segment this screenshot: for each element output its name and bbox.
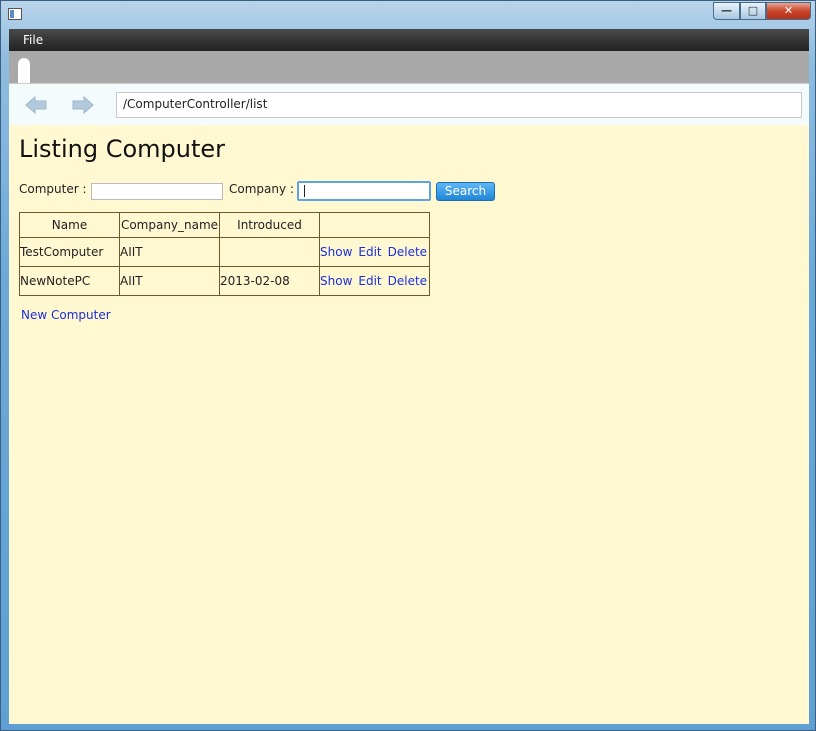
cell-actions: Show Edit Delete <box>319 266 430 296</box>
window-frame: — □ ✕ File /ComputerController/list List… <box>0 0 816 731</box>
menu-file[interactable]: File <box>23 33 43 47</box>
cell-company: AIIT <box>119 266 220 296</box>
header-name: Name <box>19 212 120 238</box>
minimize-button[interactable]: — <box>713 2 740 20</box>
new-computer-link[interactable]: New Computer <box>21 308 111 322</box>
maximize-button[interactable]: □ <box>740 2 766 20</box>
delete-link[interactable]: Delete <box>388 274 427 288</box>
header-introduced: Introduced <box>219 212 320 238</box>
table-header-row: Name Company_name Introduced <box>19 212 430 238</box>
company-label: Company : <box>229 182 294 196</box>
cell-name: TestComputer <box>19 237 120 267</box>
show-link[interactable]: Show <box>320 274 352 288</box>
menu-bar: File <box>9 29 809 51</box>
edit-link[interactable]: Edit <box>358 245 381 259</box>
app-icon <box>8 8 22 20</box>
window-controls: — □ ✕ <box>713 2 811 21</box>
edit-link[interactable]: Edit <box>358 274 381 288</box>
computer-table: Name Company_name Introduced TestCompute… <box>19 212 430 296</box>
cell-actions: Show Edit Delete <box>319 237 430 267</box>
search-button[interactable]: Search <box>436 182 495 201</box>
table-row: NewNotePC AIIT 2013-02-08 Show Edit Delete <box>19 266 430 296</box>
title-bar[interactable]: — □ ✕ <box>1 1 816 28</box>
cell-introduced: 2013-02-08 <box>219 266 320 296</box>
cell-name: NewNotePC <box>19 266 120 296</box>
computer-label: Computer : <box>19 182 87 196</box>
client-area: File /ComputerController/list Listing Co… <box>9 29 809 724</box>
forward-arrow-icon[interactable] <box>72 96 94 114</box>
cell-company: AIIT <box>119 237 220 267</box>
tab-strip <box>9 51 809 83</box>
table-row: TestComputer AIIT Show Edit Delete <box>19 237 430 267</box>
close-button[interactable]: ✕ <box>766 2 811 20</box>
header-company-name: Company_name <box>119 212 220 238</box>
delete-link[interactable]: Delete <box>388 245 427 259</box>
tab-browser[interactable] <box>18 58 30 83</box>
back-arrow-icon[interactable] <box>25 96 47 114</box>
company-input[interactable] <box>297 181 431 201</box>
navigation-bar: /ComputerController/list <box>9 83 809 125</box>
cell-introduced <box>219 237 320 267</box>
show-link[interactable]: Show <box>320 245 352 259</box>
page-content: Listing Computer Computer : Company : Se… <box>9 125 809 724</box>
header-actions <box>319 212 430 238</box>
text-caret <box>304 185 305 197</box>
page-title: Listing Computer <box>19 135 226 163</box>
computer-input[interactable] <box>91 183 223 200</box>
url-field[interactable]: /ComputerController/list <box>116 92 802 118</box>
